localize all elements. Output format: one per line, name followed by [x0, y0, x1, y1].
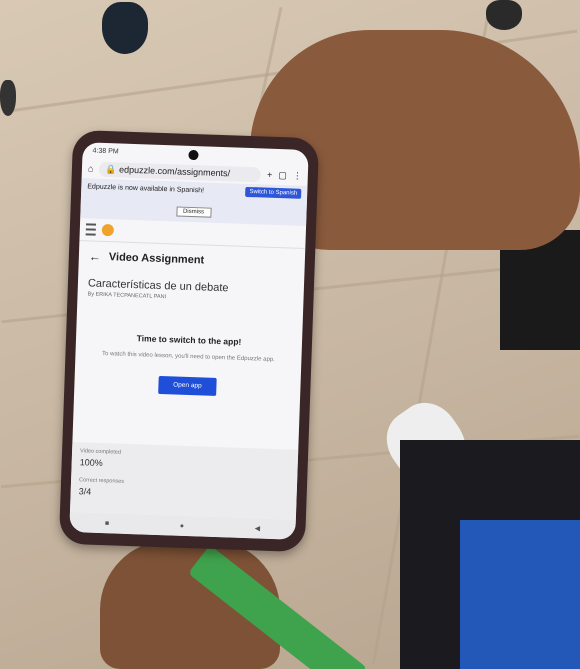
- dismiss-button[interactable]: Dismiss: [175, 206, 212, 218]
- phone: 4:38 PM ⌂ 🔒 edpuzzle.com/assignments/ + …: [58, 129, 320, 553]
- switch-to-spanish-button[interactable]: Switch to Spanish: [245, 186, 302, 199]
- phone-screen: 4:38 PM ⌂ 🔒 edpuzzle.com/assignments/ + …: [69, 142, 309, 540]
- back-nav-icon[interactable]: ◀: [255, 524, 261, 532]
- tabs-icon[interactable]: ▢: [278, 170, 287, 181]
- open-app-button[interactable]: Open app: [158, 376, 217, 397]
- back-arrow-icon[interactable]: ←: [89, 249, 101, 263]
- banner-message: Edpuzzle is now available in Spanish!: [87, 182, 205, 194]
- edpuzzle-logo-icon[interactable]: [101, 223, 115, 237]
- shoe: [486, 0, 522, 30]
- switch-app-title: Time to switch to the app!: [136, 333, 242, 347]
- plus-icon[interactable]: +: [267, 170, 273, 180]
- shoe: [0, 80, 16, 116]
- lock-icon: 🔒: [105, 163, 117, 174]
- more-icon[interactable]: ⋮: [293, 170, 302, 181]
- url-text: edpuzzle.com/assignments/: [118, 163, 231, 178]
- blue-jacket: [460, 520, 580, 669]
- photo-scene: 4:38 PM ⌂ 🔒 edpuzzle.com/assignments/ + …: [0, 0, 580, 669]
- status-time: 4:38 PM: [92, 147, 119, 155]
- home-nav-icon[interactable]: ●: [180, 522, 184, 529]
- shoe: [102, 2, 148, 54]
- stats-panel: Video completed 100% Correct responses 3…: [69, 441, 299, 520]
- hamburger-icon[interactable]: [85, 223, 97, 236]
- page-title: Video Assignment: [108, 251, 205, 267]
- switch-app-description: To watch this video lesson, you'll need …: [101, 350, 275, 364]
- home-icon[interactable]: ⌂: [88, 163, 94, 173]
- recents-icon[interactable]: ■: [105, 520, 109, 527]
